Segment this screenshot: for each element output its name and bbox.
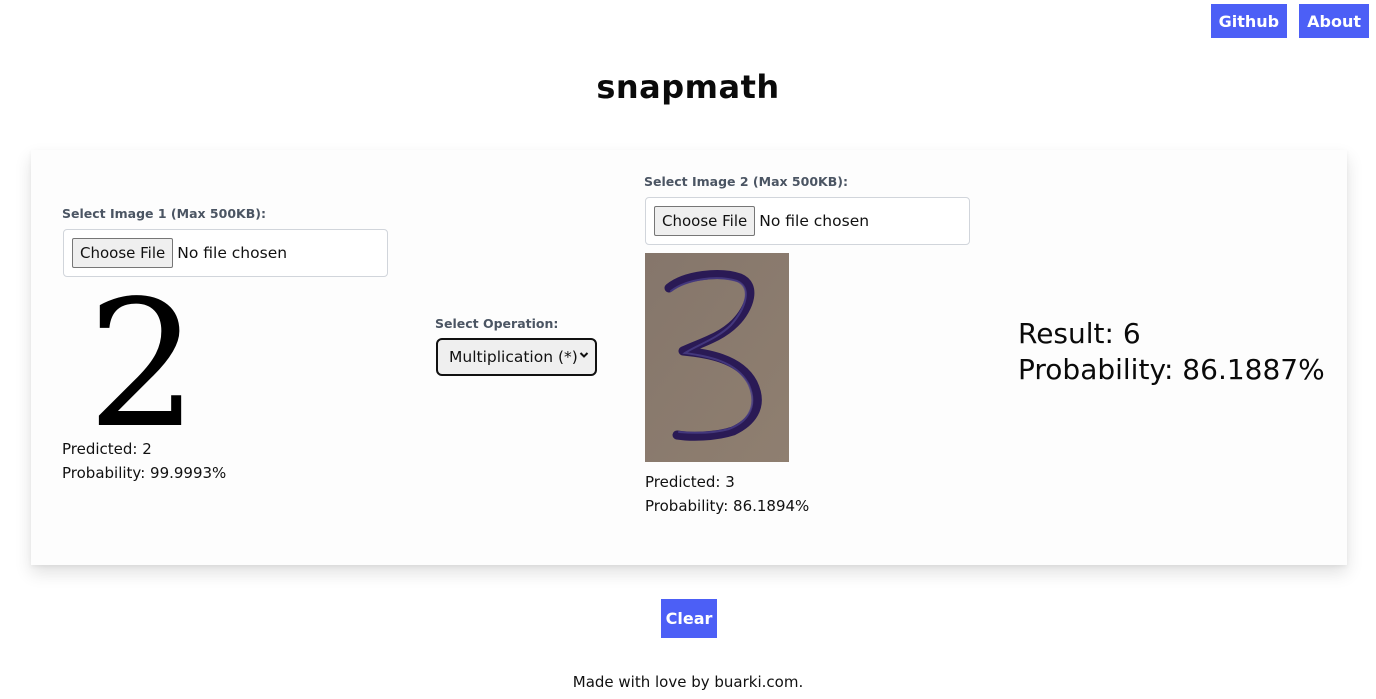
footer-text: Made with love by	[572, 673, 715, 691]
image1-predicted-value: Predicted: 2	[62, 440, 152, 458]
result-value: Result: 6	[1018, 317, 1141, 350]
result-probability: Probability: 86.1887%	[1018, 353, 1325, 386]
chevron-down-icon	[579, 352, 589, 358]
result-panel: Result: 6 Probability: 86.1887%	[1018, 316, 1325, 388]
image2-preview	[645, 253, 789, 462]
calculator-card: Select Image 1 (Max 500KB): Choose File …	[31, 150, 1347, 565]
image2-file-status: No file chosen	[759, 212, 870, 230]
page-title: snapmath	[596, 68, 780, 106]
github-button[interactable]: Github	[1210, 4, 1288, 38]
image2-file-input[interactable]: Choose File No file chosen	[645, 197, 970, 245]
operation-label: Select Operation:	[435, 316, 559, 331]
image1-prediction: Predicted: 2 Probability: 99.9993%	[62, 437, 226, 485]
footer-link[interactable]: buarki.com	[714, 673, 798, 691]
image1-file-status: No file chosen	[177, 244, 288, 262]
clear-button[interactable]: Clear	[661, 599, 717, 638]
image2-label: Select Image 2 (Max 500KB):	[644, 174, 848, 189]
image2-prediction: Predicted: 3 Probability: 86.1894%	[645, 470, 809, 518]
footer: Made with love by buarki.com.	[0, 673, 1376, 691]
image1-label: Select Image 1 (Max 500KB):	[62, 206, 266, 221]
image1-probability: Probability: 99.9993%	[62, 464, 227, 482]
operation-select[interactable]: Multiplication (*)	[436, 338, 597, 376]
image2-choose-file-button[interactable]: Choose File	[654, 206, 756, 236]
about-button[interactable]: About	[1299, 4, 1369, 38]
handwritten-digit-3-image	[645, 253, 789, 462]
image1-preview: 2	[87, 264, 199, 467]
footer-suffix: .	[798, 673, 804, 691]
top-nav: Github About	[1210, 4, 1369, 38]
operation-selected-value: Multiplication (*)	[449, 348, 578, 366]
image2-probability: Probability: 86.1894%	[645, 497, 810, 515]
image2-predicted-value: Predicted: 3	[645, 473, 735, 491]
